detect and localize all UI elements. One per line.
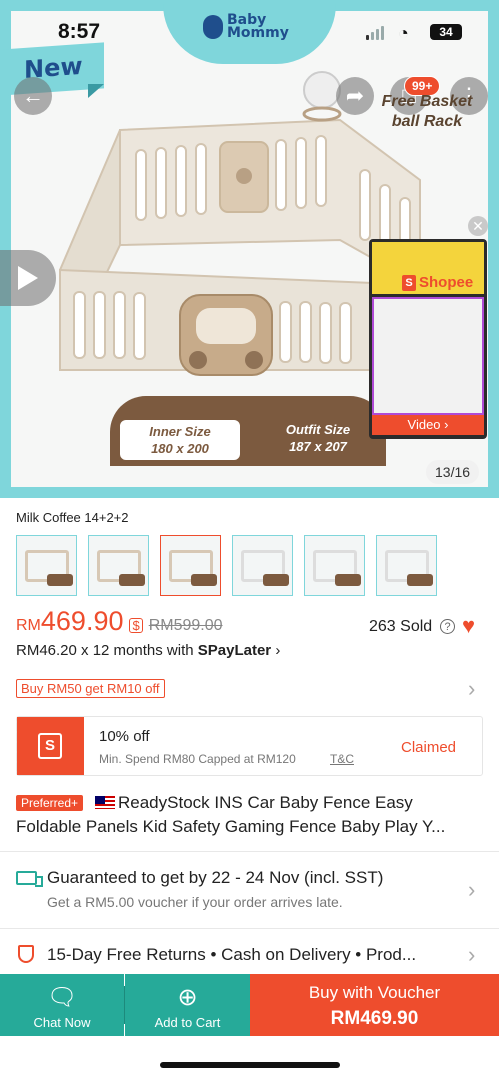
product-title-text: ReadyStock INS Car Baby Fence Easy <box>118 793 413 812</box>
variant-thumbnails <box>16 535 437 596</box>
video-thumbnail[interactable] <box>372 297 484 415</box>
preferred-badge: Preferred+ <box>16 795 84 811</box>
divider <box>0 928 499 929</box>
price-currency: RM <box>16 617 41 634</box>
shopee-bag-icon: S <box>38 733 62 759</box>
voucher-status: Claimed <box>401 739 457 756</box>
product-image-carousel[interactable]: 8:57 ◔ 34 Baby Mommy New ← ➦ □ 99+ ⋮ Fre… <box>0 0 499 498</box>
brand-mark-icon <box>203 15 223 39</box>
chevron-right-icon[interactable]: › <box>468 877 475 903</box>
sold-count: 263 Sold <box>369 618 433 635</box>
variant-thumbnail[interactable] <box>16 535 77 596</box>
variant-thumbnail-selected[interactable] <box>160 535 221 596</box>
shopee-logo: S Shopee <box>402 274 473 291</box>
buy-price: RM469.90 <box>330 1008 419 1029</box>
video-preview-card[interactable]: S Shopee Video › <box>369 239 487 439</box>
variant-thumbnail[interactable] <box>304 535 365 596</box>
inner-size-value: 180 x 200 <box>151 441 209 456</box>
malaysia-flag-icon <box>95 796 115 809</box>
brand-logo: Baby Mommy <box>203 12 289 41</box>
voucher-tc-link[interactable]: T&C <box>330 752 354 766</box>
voucher-condition: Min. Spend RM80 Capped at RM120 <box>99 752 296 766</box>
chat-now-label: Chat Now <box>33 1015 91 1030</box>
basket-caption: Free Basket ball Rack <box>381 93 473 130</box>
close-icon[interactable]: ✕ <box>468 216 488 236</box>
wifi-icon: ◔ <box>398 23 409 43</box>
product-title-line1: ReadyStock INS Car Baby Fence Easy <box>95 793 413 813</box>
add-to-cart-label: Add to Cart <box>154 1015 221 1030</box>
home-indicator[interactable] <box>160 1062 340 1068</box>
installment-row[interactable]: RM46.20 x 12 months with SPayLater › <box>16 642 280 659</box>
clock: 8:57 <box>58 20 101 43</box>
battery-icon: 34 <box>430 24 462 40</box>
outfit-size-label: Outfit Size <box>285 422 351 437</box>
variant-thumbnail[interactable] <box>376 535 437 596</box>
product-title-line2: Foldable Panels Kid Safety Gaming Fence … <box>16 817 446 836</box>
installment-text: RM46.20 x 12 months with <box>16 642 198 659</box>
back-arrow-icon[interactable]: ← <box>14 77 52 115</box>
shipping-guarantee[interactable]: Guaranteed to get by 22 - 24 Nov (incl. … <box>47 868 383 888</box>
signal-icon <box>366 26 384 40</box>
installment-brand: SPayLater <box>197 642 272 659</box>
chevron-right-icon: › <box>275 642 281 659</box>
buy-with-voucher-button[interactable]: Buy with Voucher RM469.90 <box>250 974 499 1036</box>
outfit-size-box: Outfit Size 187 x 207 <box>256 418 380 462</box>
video-button[interactable]: Video › <box>372 415 484 435</box>
voucher-title: 10% off <box>99 728 150 745</box>
shipping-voucher-note: Get a RM5.00 voucher if your order arriv… <box>47 894 343 910</box>
shop-voucher[interactable]: S 10% off Min. Spend RM80 Capped at RM12… <box>13 716 483 776</box>
variant-thumbnail[interactable] <box>88 535 149 596</box>
original-price: RM599.00 <box>148 617 223 634</box>
price-tag-icon: $ <box>129 618 143 633</box>
add-to-cart-button[interactable]: ⊕ Add to Cart <box>125 974 250 1036</box>
chevron-right-icon[interactable]: › <box>468 942 475 968</box>
add-cart-icon: ⊕ <box>177 984 198 1011</box>
price: 469.90 <box>40 606 124 636</box>
shopee-label: Shopee <box>419 274 474 291</box>
inner-size-label: Inner Size <box>149 424 211 439</box>
price-row: RM 469.90 $ RM599.00 <box>16 606 223 637</box>
chevron-right-icon[interactable]: › <box>468 676 475 702</box>
chat-now-button[interactable]: 🗨 Chat Now <box>0 974 124 1036</box>
shopee-bag-icon: S <box>402 274 416 291</box>
divider <box>0 851 499 852</box>
inner-size-box: Inner Size 180 x 200 <box>118 418 242 462</box>
brand-name: Baby Mommy <box>227 12 289 41</box>
share-icon[interactable]: ➦ <box>336 77 374 115</box>
chat-icon: 🗨 <box>47 984 78 1011</box>
video-header: S Shopee <box>372 242 484 294</box>
variant-thumbnail[interactable] <box>232 535 293 596</box>
buy-label: Buy with Voucher <box>308 983 441 1002</box>
heart-icon[interactable]: ♥ <box>462 613 475 639</box>
services-row[interactable]: 15-Day Free Returns • Cash on Delivery •… <box>47 945 416 965</box>
voucher-stub: S <box>13 717 84 775</box>
shield-icon <box>18 945 34 963</box>
help-icon[interactable]: ? <box>440 619 455 634</box>
promo-tag[interactable]: Buy RM50 get RM10 off <box>16 679 165 698</box>
truck-icon <box>16 871 43 887</box>
variant-name: Milk Coffee 14+2+2 <box>16 510 129 525</box>
image-page-indicator: 13/16 <box>426 460 480 484</box>
bottom-action-bar: 🗨 Chat Now ⊕ Add to Cart Buy with Vouche… <box>0 974 499 1036</box>
play-icon[interactable] <box>0 250 56 306</box>
outfit-size-value: 187 x 207 <box>289 439 347 454</box>
